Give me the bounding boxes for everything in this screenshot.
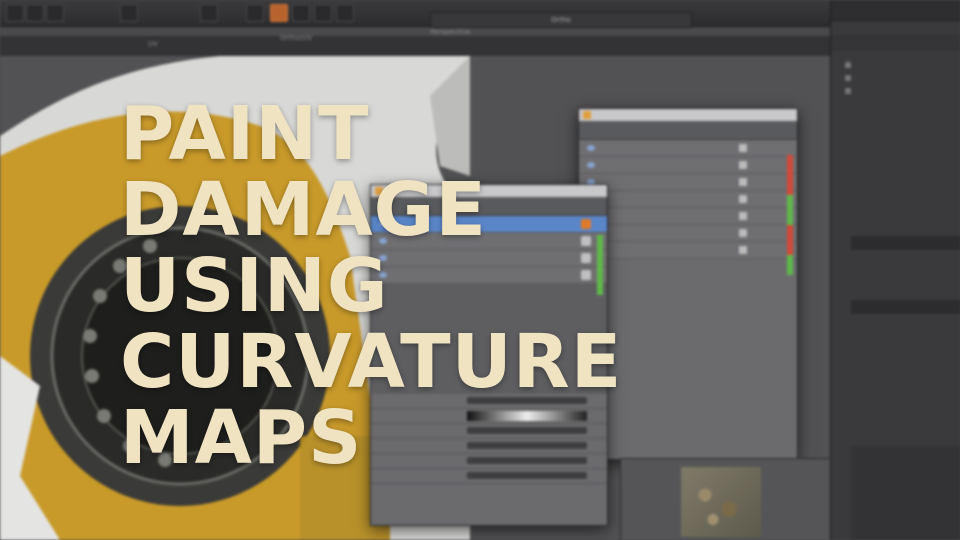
headline-line-2: DAMAGE [120, 167, 487, 253]
dock-tool-strip [851, 300, 960, 314]
app-window: Ortho UV Ortho/UV Perspective PAINT DAMA… [0, 0, 960, 540]
lock-icon[interactable] [739, 161, 747, 169]
lock-icon[interactable] [739, 212, 747, 220]
dock-list-item[interactable] [831, 59, 960, 72]
viewport-header: UV Ortho/UV Perspective [0, 28, 840, 57]
tab-label: Ortho [551, 16, 571, 24]
headline-line-3: USING [120, 243, 389, 329]
headline-line-1: PAINT [120, 91, 370, 177]
texture-thumbnail [681, 467, 761, 537]
right-dock-panel [830, 0, 960, 540]
viewport-tabs: Ortho [0, 12, 840, 28]
item-icon [845, 88, 851, 94]
tab-ortho[interactable]: Ortho [430, 12, 692, 28]
item-icon [845, 75, 851, 81]
lock-icon[interactable] [739, 246, 747, 254]
lock-icon[interactable] [739, 144, 747, 152]
dock-list-item[interactable] [831, 85, 960, 98]
lock-icon[interactable] [739, 195, 747, 203]
item-icon [845, 62, 851, 68]
dock-list-item[interactable] [831, 72, 960, 85]
headline-line-4: CURVATURE [120, 319, 623, 405]
status-stripe-red [787, 155, 793, 195]
dock-properties [851, 446, 960, 540]
headline-title: PAINT DAMAGE USING CURVATURE MAPS [120, 96, 622, 476]
lock-icon[interactable] [739, 229, 747, 237]
tab-perspective[interactable]: Perspective [430, 28, 471, 36]
status-stripe-green [787, 195, 793, 225]
uv-label: UV [148, 40, 158, 48]
dock-search[interactable] [831, 35, 960, 51]
dock-tool-strip [851, 236, 960, 250]
dock-toolbar [831, 0, 960, 21]
status-stripe-green [787, 255, 793, 275]
texture-preview [620, 458, 832, 540]
status-stripe-red [787, 225, 793, 255]
tab-ortho-uv[interactable]: Ortho/UV [280, 34, 312, 42]
lock-icon[interactable] [739, 178, 747, 186]
headline-line-5: MAPS [120, 395, 363, 481]
